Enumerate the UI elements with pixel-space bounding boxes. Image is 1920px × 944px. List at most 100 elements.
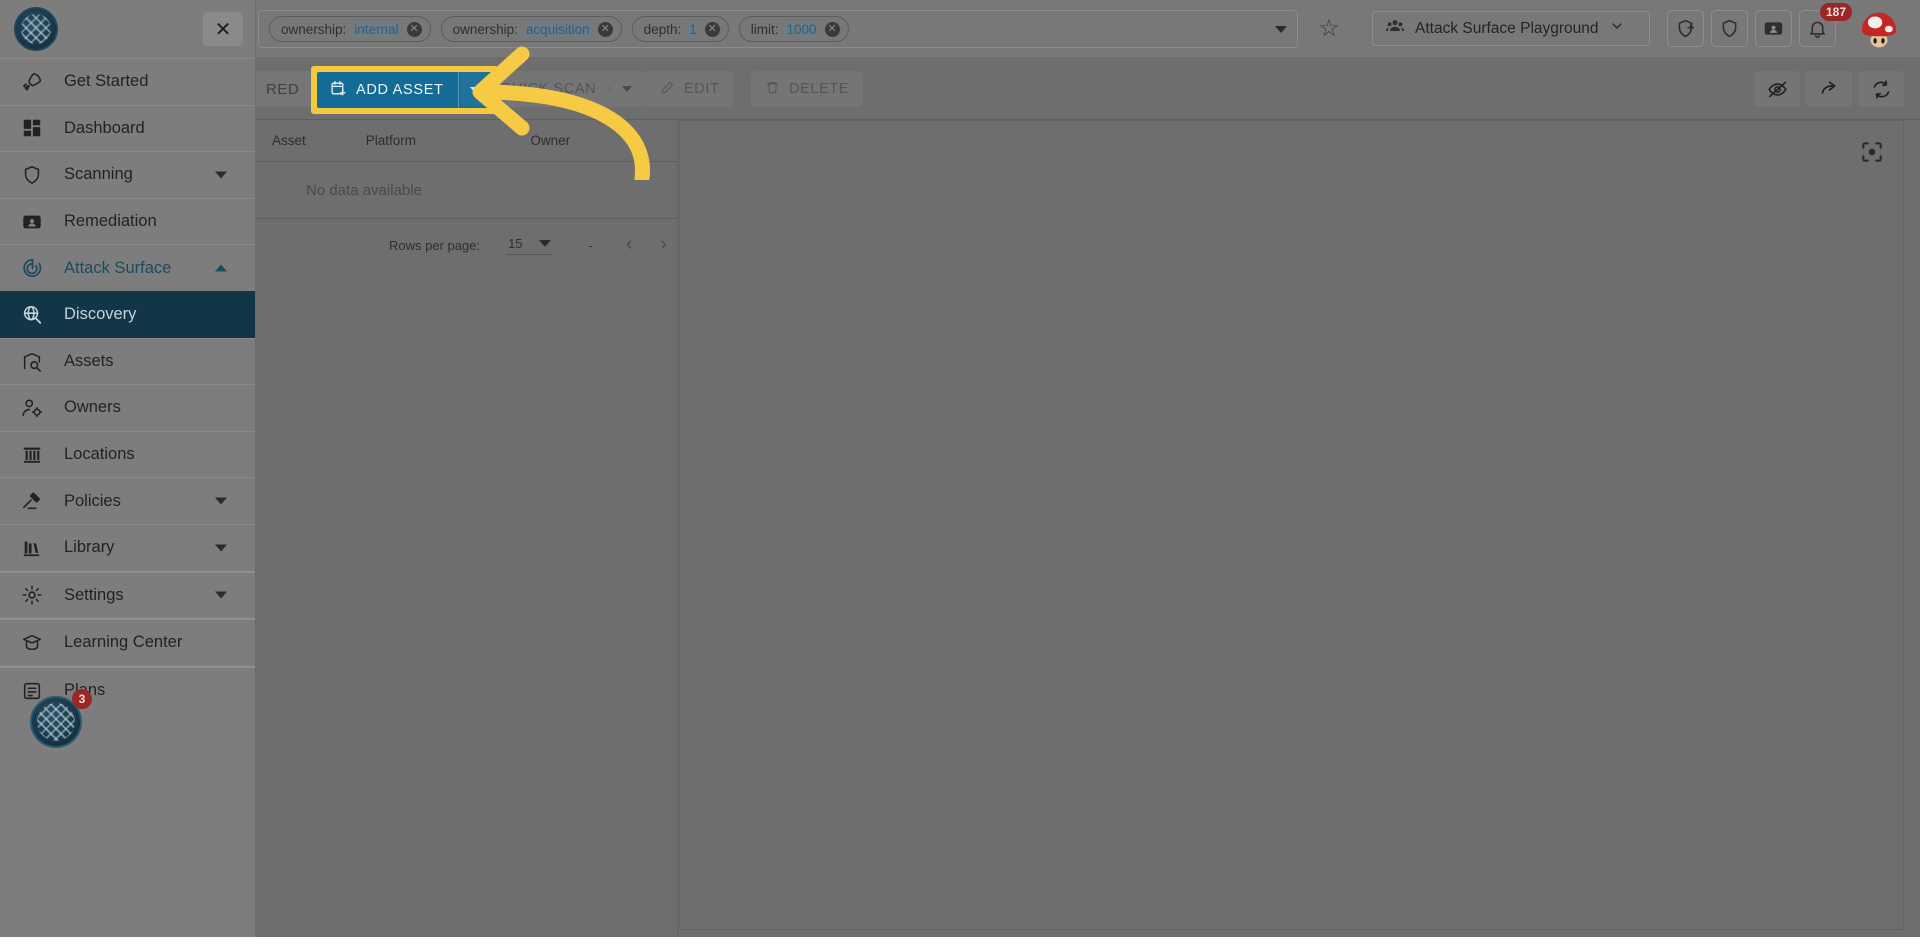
people-group-icon — [1385, 16, 1405, 41]
rocket-icon — [20, 70, 44, 94]
table-header-row: Asset Platform Owner — [256, 120, 677, 162]
sidebar-item-label: Discovery — [64, 305, 137, 324]
rows-per-page-value: 15 — [508, 235, 523, 251]
sidebar-item-discovery[interactable]: Discovery — [0, 290, 255, 338]
trash-icon — [765, 80, 780, 99]
chevron-right-icon[interactable]: › — [660, 234, 666, 256]
avatar[interactable] — [1858, 8, 1900, 50]
close-circle-icon[interactable]: ✕ — [597, 21, 613, 37]
filter-chip-key: ownership: — [281, 21, 347, 37]
books-icon — [20, 536, 44, 560]
filter-chip-value: internal — [353, 21, 400, 37]
close-circle-icon[interactable]: ✕ — [824, 21, 840, 37]
pagination-range: - — [588, 237, 593, 253]
sidebar-item-label: Get Started — [64, 72, 149, 91]
main-content: RED ADD ASSET QUICK SCAN EDIT DELETE Ass… — [206, 58, 1920, 944]
filter-chip[interactable]: depth: 1 ✕ — [631, 16, 729, 42]
pagination: Rows per page: 15 - ‹ › — [256, 219, 677, 271]
sidebar-item-assets[interactable]: Assets — [0, 337, 255, 385]
chevron-left-icon[interactable]: ‹ — [626, 234, 632, 256]
pencil-icon — [660, 80, 675, 99]
hide-button[interactable] — [1754, 71, 1800, 107]
asset-table: Asset Platform Owner No data available R… — [256, 120, 678, 944]
caret-down-icon — [622, 86, 633, 92]
chevron-down-icon[interactable] — [215, 591, 227, 599]
shield-icon — [475, 79, 491, 99]
asset-search-icon — [20, 349, 44, 373]
filter-chip-value: 1 — [688, 21, 698, 37]
focus-target-icon[interactable] — [1855, 135, 1889, 169]
target-icon — [20, 256, 44, 280]
sidebar-item-label: Plans — [64, 681, 255, 700]
notification-count-badge: 187 — [1820, 3, 1853, 21]
close-circle-icon[interactable]: ✕ — [406, 21, 422, 37]
close-circle-icon[interactable]: ✕ — [704, 21, 720, 37]
filter-chip-key: ownership: — [452, 21, 518, 37]
column-header-asset[interactable]: Asset — [256, 133, 366, 148]
filter-chip[interactable]: ownership: acquisition ✕ — [440, 16, 622, 42]
sidebar-item-learning-center[interactable]: Learning Center — [0, 619, 255, 666]
shield-icon — [20, 163, 44, 187]
chevron-up-icon[interactable] — [215, 264, 227, 272]
chevron-down-icon[interactable] — [1275, 25, 1287, 33]
sidebar-item-remediation[interactable]: Remediation — [0, 197, 255, 245]
filter-chip-key: limit: — [750, 21, 779, 37]
filtered-button-label: RED — [266, 80, 300, 98]
sidebar-item-settings[interactable]: Settings — [0, 571, 255, 619]
graph-visualization-panel[interactable] — [679, 120, 1904, 930]
chevron-down-icon[interactable] — [215, 544, 227, 552]
toolbar-right-actions — [1754, 71, 1904, 107]
add-asset-label: ADD ASSET — [356, 82, 444, 98]
sidebar-item-owners[interactable]: Owners — [0, 384, 255, 431]
sidebar-item-label: Owners — [64, 398, 121, 417]
calendar-plus-icon — [330, 80, 347, 101]
quick-scan-dropdown[interactable] — [609, 86, 633, 92]
sidebar-item-library[interactable]: Library — [0, 523, 255, 571]
refresh-button[interactable] — [1858, 71, 1904, 107]
building-icon — [20, 443, 44, 467]
tickets-button[interactable] — [1755, 10, 1792, 47]
action-toolbar: RED ADD ASSET QUICK SCAN EDIT DELETE — [206, 58, 1920, 120]
column-header-platform[interactable]: Platform — [366, 133, 531, 148]
app-root: ownership: internal ✕ ownership: acquisiti… — [0, 0, 1920, 944]
chevron-down-icon[interactable] — [215, 171, 227, 179]
document-list-icon — [20, 679, 44, 703]
filter-chip[interactable]: limit: 1000 ✕ — [738, 16, 849, 42]
rows-per-page-select[interactable]: 15 — [506, 235, 553, 255]
top-bar: ownership: internal ✕ ownership: acquisiti… — [0, 0, 1920, 58]
sidebar-item-label: Dashboard — [64, 118, 145, 137]
quick-scan-label: QUICK SCAN — [500, 81, 597, 97]
sidebar-item-get-started[interactable]: Get Started — [0, 58, 255, 105]
quick-scan-button[interactable]: QUICK SCAN — [461, 71, 647, 107]
user-gear-icon — [20, 396, 44, 420]
sidebar-header: ✕ — [0, 0, 255, 58]
edit-button[interactable]: EDIT — [646, 71, 734, 107]
sidebar-item-policies[interactable]: Policies — [0, 477, 255, 524]
rows-per-page-label: Rows per page: — [389, 237, 481, 253]
star-icon[interactable]: ☆ — [1315, 15, 1343, 43]
filter-chip-value: 1000 — [785, 21, 818, 37]
sidebar-item-dashboard[interactable]: Dashboard — [0, 104, 255, 152]
column-header-owner[interactable]: Owner — [530, 133, 677, 148]
globe-search-icon — [20, 303, 44, 327]
sidebar-item-locations[interactable]: Locations — [0, 430, 255, 478]
edit-label: EDIT — [684, 81, 720, 97]
org-selector[interactable]: Attack Surface Playground — [1372, 11, 1650, 46]
support-widget-badge: 3 — [72, 689, 92, 709]
close-icon[interactable]: ✕ — [203, 12, 243, 46]
filter-chip-bar[interactable]: ownership: internal ✕ ownership: acquisiti… — [258, 10, 1298, 48]
delete-label: DELETE — [789, 81, 850, 97]
filter-chip[interactable]: ownership: internal ✕ — [269, 16, 431, 42]
add-protection-button[interactable] — [1667, 10, 1704, 47]
sidebar-item-scanning[interactable]: Scanning — [0, 151, 255, 198]
delete-button[interactable]: DELETE — [751, 71, 864, 107]
sidebar-item-label: Learning Center — [64, 633, 183, 652]
sidebar-item-attack-surface[interactable]: Attack Surface — [0, 244, 255, 291]
chevron-down-icon — [1609, 18, 1625, 39]
security-button[interactable] — [1711, 10, 1748, 47]
org-selector-label: Attack Surface Playground — [1415, 19, 1599, 37]
chevron-down-icon[interactable] — [215, 497, 227, 505]
sidebar-item-label: Assets — [64, 351, 114, 370]
dashboard-icon — [20, 116, 44, 140]
share-button[interactable] — [1806, 71, 1852, 107]
